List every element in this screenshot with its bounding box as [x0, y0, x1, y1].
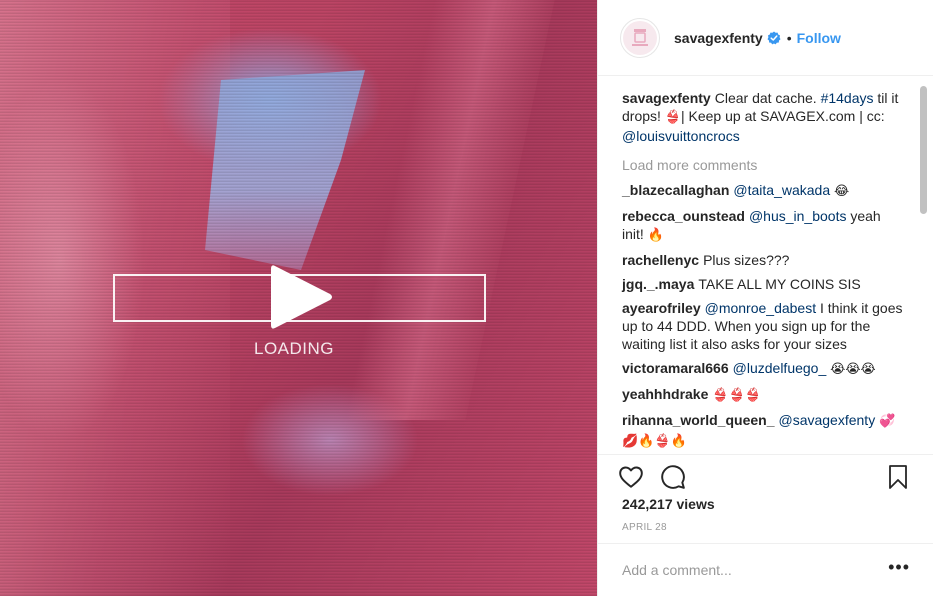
mention-link[interactable]: @monroe_dabest	[705, 300, 817, 316]
comment-item: _blazecallaghan @taita_wakada 😂	[622, 181, 904, 201]
comment-username[interactable]: rachellenyc	[622, 252, 699, 268]
comment-item: rihanna_world_queen_ @savagexfenty 💞💋🔥👙🔥	[622, 411, 904, 451]
separator-dot: •	[786, 29, 792, 46]
post-sidebar: savagexfenty • Follow savagexfenty Clear …	[597, 0, 933, 596]
comment-text: Plus sizes???	[703, 252, 790, 268]
comments-scrollbar[interactable]	[920, 86, 927, 214]
caption-username[interactable]: savagexfenty	[622, 90, 711, 106]
comment-username[interactable]: rihanna_world_queen_	[622, 412, 774, 428]
comment-icon[interactable]	[660, 464, 686, 490]
caption-text: | Keep up at SAVAGEX.com | cc:	[681, 108, 885, 124]
caption-emoji: 👙	[664, 110, 681, 125]
heart-icon[interactable]	[618, 464, 644, 490]
comment-username[interactable]: ayearofriley	[622, 300, 701, 316]
header-username[interactable]: savagexfenty	[674, 30, 763, 46]
caption-text: Clear dat cache.	[714, 90, 821, 106]
comment-username[interactable]: yeahhhdrake	[622, 386, 708, 402]
comment-username[interactable]: _blazecallaghan	[622, 182, 729, 198]
view-count[interactable]: 242,217 views	[622, 496, 715, 512]
avatar[interactable]	[620, 17, 660, 58]
mention-link[interactable]: @taita_wakada	[733, 182, 830, 198]
add-comment-bar: •••	[598, 543, 933, 596]
post-header: savagexfenty • Follow	[598, 0, 933, 76]
mention-link[interactable]: @luzdelfuego_	[733, 360, 827, 376]
mention-link[interactable]: @hus_in_boots	[749, 208, 847, 224]
post-date[interactable]: APRIL 28	[622, 522, 667, 533]
comment-emoji: 👙👙👙	[712, 388, 761, 403]
mention-link[interactable]: @savagexfenty	[778, 412, 875, 428]
comment-item: ayearofriley @monroe_dabest I think it go…	[622, 299, 904, 353]
comment-item: victoramaral666 @luzdelfuego_ 😭😭😭	[622, 359, 904, 379]
bookmark-icon[interactable]	[886, 464, 910, 490]
post: LOADING savagexfenty • Follow savagexfen…	[0, 0, 933, 596]
comment-item: yeahhhdrake 👙👙👙	[622, 385, 904, 405]
comment-username[interactable]: rebecca_ounstead	[622, 208, 745, 224]
comment-emoji: 😭😭😭	[830, 362, 876, 377]
hashtag-link[interactable]: #14days	[821, 90, 874, 106]
comment-item: rebecca_ounstead @hus_in_boots yeah init!…	[622, 207, 904, 245]
comment-emoji: 🔥	[647, 228, 664, 243]
add-comment-input[interactable]	[622, 562, 889, 578]
comment-username[interactable]: victoramaral666	[622, 360, 729, 376]
comment-item: rachellenyc Plus sizes???	[622, 251, 904, 269]
caption: savagexfenty Clear dat cache. #14days til…	[622, 89, 904, 145]
load-more-comments-button[interactable]: Load more comments	[622, 157, 757, 173]
more-options-button[interactable]: •••	[888, 557, 910, 578]
savage-logo-icon	[623, 20, 657, 55]
comment-text: TAKE ALL MY COINS SIS	[698, 276, 861, 292]
loading-label: LOADING	[254, 339, 335, 358]
follow-button[interactable]: Follow	[797, 30, 841, 46]
action-bar	[598, 454, 933, 498]
video-player[interactable]: LOADING	[0, 0, 597, 596]
verified-badge-icon	[767, 31, 781, 44]
mention-link[interactable]: @louisvuittoncrocs	[622, 128, 740, 144]
comment-username[interactable]: jgq._.maya	[622, 276, 694, 292]
comment-item: jgq._.maya TAKE ALL MY COINS SIS	[622, 275, 904, 293]
play-icon[interactable]	[266, 262, 336, 332]
comments-list[interactable]: savagexfenty Clear dat cache. #14days til…	[598, 77, 933, 454]
comment-emoji: 😂	[834, 184, 850, 199]
